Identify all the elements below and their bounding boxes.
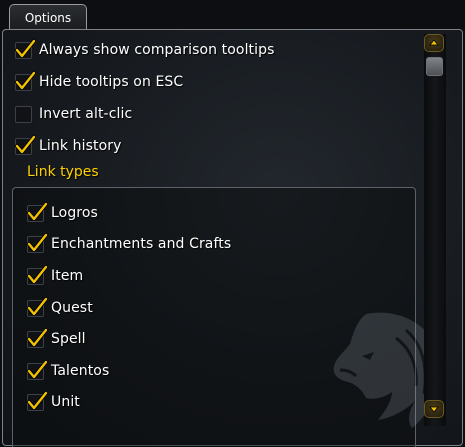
checkbox[interactable] <box>15 134 36 155</box>
option-label: Always show comparison tooltips <box>39 42 275 58</box>
link-type-spell[interactable]: Spell <box>27 327 86 351</box>
checkbox[interactable] <box>27 390 48 411</box>
link-type-label: Quest <box>51 300 93 316</box>
option-hide-tooltips-esc[interactable]: Hide tooltips on ESC <box>15 70 183 94</box>
link-type-item[interactable]: Item <box>27 264 83 288</box>
link-type-quest[interactable]: Quest <box>27 296 93 320</box>
checkbox[interactable] <box>27 359 48 380</box>
checkmark-icon <box>15 70 36 90</box>
checkmark-icon <box>15 38 36 58</box>
option-label: Hide tooltips on ESC <box>39 74 184 90</box>
scrollbar-thumb[interactable] <box>426 57 443 76</box>
scroll-down-icon <box>429 406 439 413</box>
scrollbar-track[interactable] <box>424 34 446 426</box>
link-type-unit[interactable]: Unit <box>27 390 80 414</box>
option-label: Invert alt-clic <box>39 106 133 122</box>
checkbox[interactable] <box>27 201 48 222</box>
checkbox[interactable] <box>27 232 48 253</box>
checkmark-icon <box>27 296 48 316</box>
checkbox[interactable] <box>15 105 32 123</box>
link-type-label: Unit <box>51 394 80 410</box>
checkmark-icon <box>27 201 48 221</box>
option-always-show-comparison[interactable]: Always show comparison tooltips <box>15 38 275 62</box>
option-invert-alt-clic[interactable]: Invert alt-clic <box>15 102 132 126</box>
link-type-label: Enchantments and Crafts <box>51 236 232 252</box>
link-type-enchantments[interactable]: Enchantments and Crafts <box>27 232 231 256</box>
checkbox[interactable] <box>27 264 48 285</box>
checkmark-icon <box>27 327 48 347</box>
checkmark-icon <box>27 264 48 284</box>
link-types-title: Link types <box>27 164 99 180</box>
checkbox[interactable] <box>27 327 48 348</box>
scroll-up-button[interactable] <box>424 34 444 52</box>
option-link-history[interactable]: Link history <box>15 134 121 158</box>
option-label: Link history <box>39 138 122 154</box>
checkbox[interactable] <box>27 296 48 317</box>
checkmark-icon <box>27 232 48 252</box>
link-type-label: Talentos <box>51 363 110 379</box>
link-type-label: Spell <box>51 331 86 347</box>
tab-options[interactable]: Options <box>9 4 87 30</box>
checkmark-icon <box>27 359 48 379</box>
checkbox[interactable] <box>15 70 36 91</box>
checkbox[interactable] <box>15 38 36 59</box>
link-type-talentos[interactable]: Talentos <box>27 359 109 383</box>
options-window: Options Always show comparison tooltips … <box>0 0 465 447</box>
scroll-up-icon <box>429 39 439 46</box>
link-type-label: Item <box>51 268 84 284</box>
scroll-down-button[interactable] <box>424 400 444 418</box>
checkmark-icon <box>15 134 36 154</box>
checkmark-icon <box>27 390 48 410</box>
link-type-logros[interactable]: Logros <box>27 201 98 225</box>
link-type-label: Logros <box>51 205 98 221</box>
